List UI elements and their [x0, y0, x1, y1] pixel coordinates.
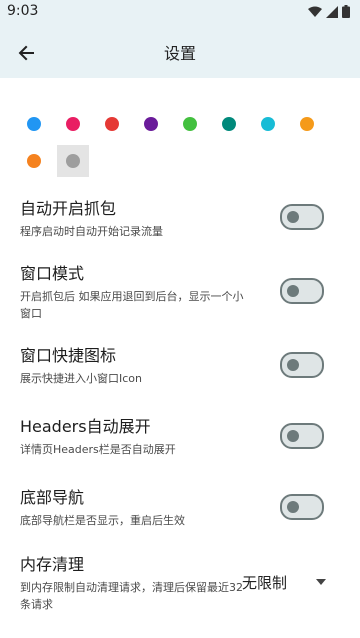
- color-option-amber[interactable]: [291, 108, 323, 140]
- auto-capture-toggle[interactable]: [280, 204, 324, 230]
- color-swatch: [66, 117, 80, 131]
- dropdown-arrow-icon: [316, 579, 326, 585]
- color-option-cyan[interactable]: [252, 108, 284, 140]
- setting-subtitle: 开启抓包后 如果应用退回到后台，显示一个小窗口: [20, 290, 244, 320]
- setting-subtitle: 底部导航栏是否显示，重启后生效: [20, 514, 185, 527]
- setting-subtitle: 详情页Headers栏是否自动展开: [20, 443, 176, 456]
- setting-subtitle: 程序启动时自动开始记录流量: [20, 225, 163, 238]
- toggle-knob: [287, 359, 299, 371]
- color-swatch: [300, 117, 314, 131]
- color-option-orange[interactable]: [18, 145, 50, 177]
- setting-subtitle: 到内存限制自动清理请求，清理后保留最近32条请求: [20, 581, 243, 611]
- status-icons: [308, 5, 350, 18]
- setting-subtitle: 展示快捷进入小窗口Icon: [20, 372, 142, 385]
- color-swatch: [261, 117, 275, 131]
- toggle-knob: [287, 285, 299, 297]
- app-bar: 设置: [0, 26, 360, 78]
- color-swatch: [222, 117, 236, 131]
- battery-icon: [342, 5, 350, 18]
- toggle-knob: [287, 501, 299, 513]
- color-swatch: [27, 154, 41, 168]
- wifi-icon: [308, 6, 322, 17]
- toggle-knob: [287, 430, 299, 442]
- color-option-green[interactable]: [174, 108, 206, 140]
- color-option-red[interactable]: [96, 108, 128, 140]
- signal-icon: [326, 5, 338, 18]
- color-option-pink[interactable]: [57, 108, 89, 140]
- color-swatch: [66, 154, 80, 168]
- color-option-grey-selected[interactable]: [57, 145, 89, 177]
- page-title: 设置: [163, 44, 196, 63]
- color-option-purple[interactable]: [135, 108, 167, 140]
- headers-expand-toggle[interactable]: [280, 423, 324, 449]
- toggle-knob: [287, 211, 299, 223]
- window-shortcut-toggle[interactable]: [280, 352, 324, 378]
- color-swatch: [105, 117, 119, 131]
- color-swatch: [144, 117, 158, 131]
- memory-limit-value: 无限制: [242, 574, 288, 592]
- status-bar: 9:03: [0, 0, 360, 26]
- memory-limit-dropdown[interactable]: 无限制: [240, 570, 330, 596]
- bottom-nav-toggle[interactable]: [280, 494, 324, 520]
- window-mode-toggle[interactable]: [280, 278, 324, 304]
- color-swatch: [183, 117, 197, 131]
- color-option-teal[interactable]: [213, 108, 245, 140]
- status-time: 9:03: [7, 3, 39, 19]
- color-option-blue[interactable]: [18, 108, 50, 140]
- color-swatch: [27, 117, 41, 131]
